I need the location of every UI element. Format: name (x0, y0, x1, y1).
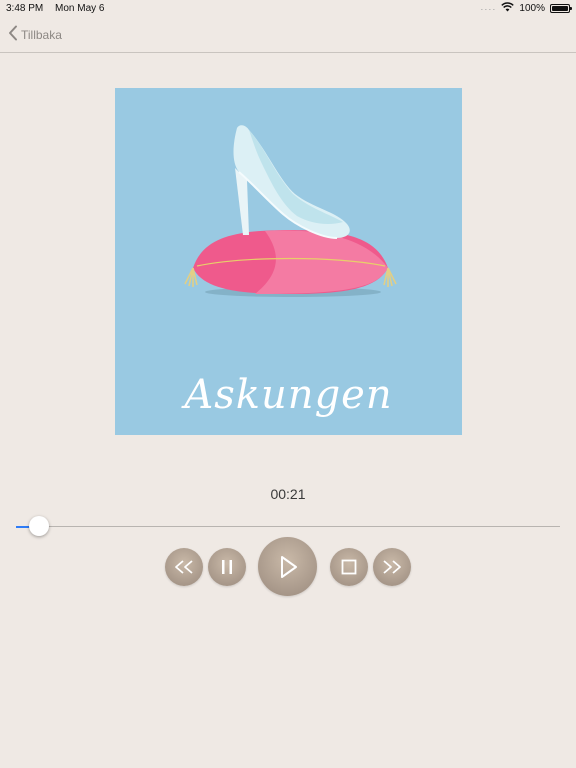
status-left: 3:48 PM Mon May 6 (6, 3, 105, 14)
play-button[interactable] (258, 537, 317, 596)
progress-track (16, 526, 560, 527)
rewind-button[interactable] (165, 548, 203, 586)
status-right: ···· 100% (480, 2, 572, 15)
battery-icon (550, 4, 572, 13)
back-button-label: Tillbaka (21, 27, 62, 42)
fast-forward-icon (381, 560, 403, 574)
back-button[interactable]: Tillbaka (8, 25, 62, 44)
playback-controls (0, 537, 576, 597)
progress-thumb[interactable] (28, 516, 49, 536)
wifi-icon (501, 2, 515, 15)
status-date: Mon May 6 (55, 3, 105, 14)
play-icon (277, 554, 299, 580)
chevron-left-icon (8, 25, 18, 44)
cover-title: Askungen (184, 372, 393, 418)
fast-forward-button[interactable] (373, 548, 411, 586)
battery-percent: 100% (519, 3, 545, 14)
navigation-bar: Tillbaka (0, 16, 576, 53)
status-time: 3:48 PM (6, 3, 44, 14)
rewind-icon (173, 560, 195, 574)
elapsed-time: 00:21 (270, 486, 306, 502)
progress-slider[interactable] (16, 516, 560, 536)
pause-icon (221, 559, 233, 575)
stop-icon (341, 559, 357, 575)
stop-button[interactable] (330, 548, 368, 586)
multitask-dots-icon: ···· (480, 3, 497, 14)
cover-art: Askungen (115, 88, 462, 435)
pause-button[interactable] (208, 548, 246, 586)
status-bar: 3:48 PM Mon May 6 ···· 100% (0, 0, 576, 16)
